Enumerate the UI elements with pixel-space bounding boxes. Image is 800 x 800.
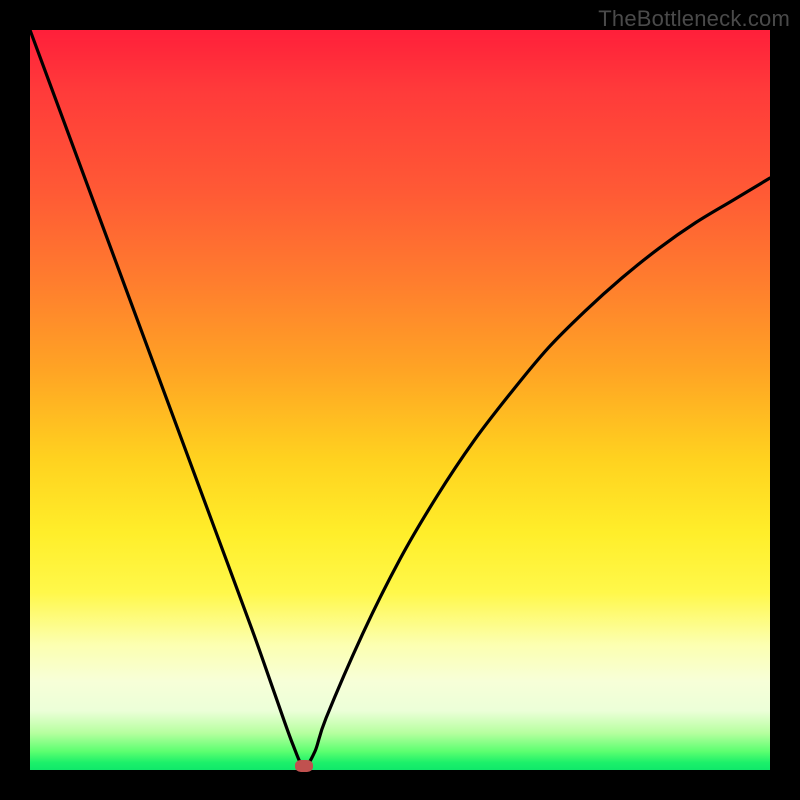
watermark-text: TheBottleneck.com: [598, 6, 790, 32]
plot-area: [30, 30, 770, 770]
chart-frame: TheBottleneck.com: [0, 0, 800, 800]
minimum-marker: [295, 760, 313, 772]
bottleneck-curve: [30, 30, 770, 770]
